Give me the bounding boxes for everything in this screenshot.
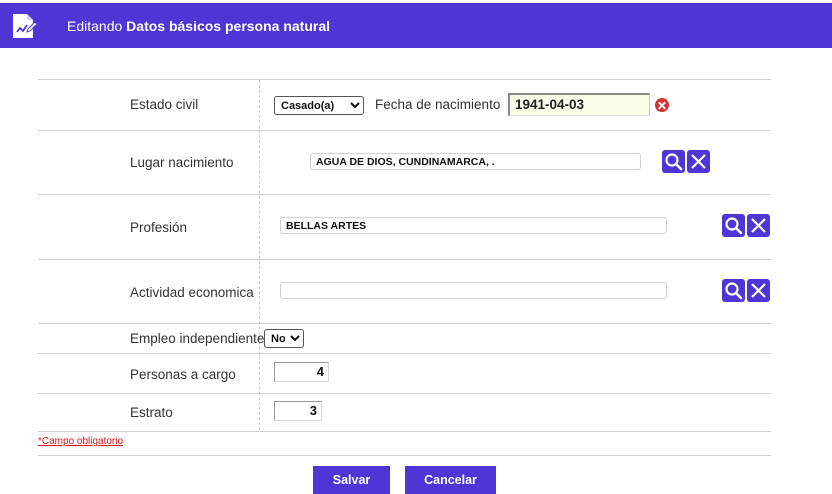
cancel-button[interactable]: Cancelar: [405, 466, 496, 494]
column-divider: [259, 80, 260, 430]
divider: [38, 130, 771, 131]
estado-civil-select[interactable]: Casado(a): [274, 96, 364, 115]
divider: [38, 431, 771, 432]
close-icon: [751, 218, 766, 233]
lugar-nacimiento-label: Lugar nacimiento: [130, 155, 234, 170]
estrato-label: Estrato: [130, 405, 173, 420]
profesion-label: Profesión: [130, 220, 188, 235]
edit-document-icon: [13, 14, 37, 38]
title-text: Datos básicos persona natural: [126, 18, 331, 34]
search-profesion-button[interactable]: [722, 214, 745, 237]
search-icon: [725, 282, 743, 300]
clear-actividad-button[interactable]: [747, 279, 770, 302]
estado-civil-label: Estado civil: [130, 97, 199, 112]
divider: [38, 455, 771, 456]
divider: [38, 79, 771, 80]
fecha-nacimiento-label: Fecha de nacimiento: [375, 97, 501, 112]
search-lugar-button[interactable]: [662, 150, 685, 173]
empleo-independiente-label: Empleo independiente: [130, 331, 265, 346]
profesion-field[interactable]: BELLAS ARTES: [280, 217, 667, 234]
divider: [38, 259, 771, 260]
estrato-input[interactable]: 3: [274, 401, 322, 421]
divider: [38, 323, 771, 324]
search-actividad-button[interactable]: [722, 279, 745, 302]
search-icon: [725, 217, 743, 235]
personas-a-cargo-input[interactable]: 4: [274, 362, 329, 382]
divider: [38, 194, 771, 195]
close-icon: [691, 154, 706, 169]
close-icon: [751, 283, 766, 298]
personas-a-cargo-label: Personas a cargo: [130, 367, 236, 382]
save-button[interactable]: Salvar: [313, 466, 390, 494]
clear-lugar-button[interactable]: [687, 150, 710, 173]
header-bar: Editando Datos básicos persona natural: [0, 3, 832, 48]
empleo-independiente-select[interactable]: No: [264, 329, 304, 348]
page-title: Editando Datos básicos persona natural: [67, 18, 330, 34]
fecha-nacimiento-input[interactable]: 1941-04-03: [508, 93, 650, 116]
search-icon: [665, 153, 683, 171]
divider: [38, 393, 771, 394]
lugar-nacimiento-field[interactable]: AGUA DE DIOS, CUNDINAMARCA, .: [310, 153, 641, 170]
divider: [38, 353, 771, 354]
actividad-economica-label: Actividad economica: [130, 285, 254, 300]
title-prefix: Editando: [67, 18, 123, 34]
actividad-economica-field[interactable]: [280, 282, 667, 299]
required-note: *Campo obligatorio: [38, 436, 124, 447]
clear-profesion-button[interactable]: [747, 214, 770, 237]
clear-date-icon[interactable]: [655, 98, 669, 112]
